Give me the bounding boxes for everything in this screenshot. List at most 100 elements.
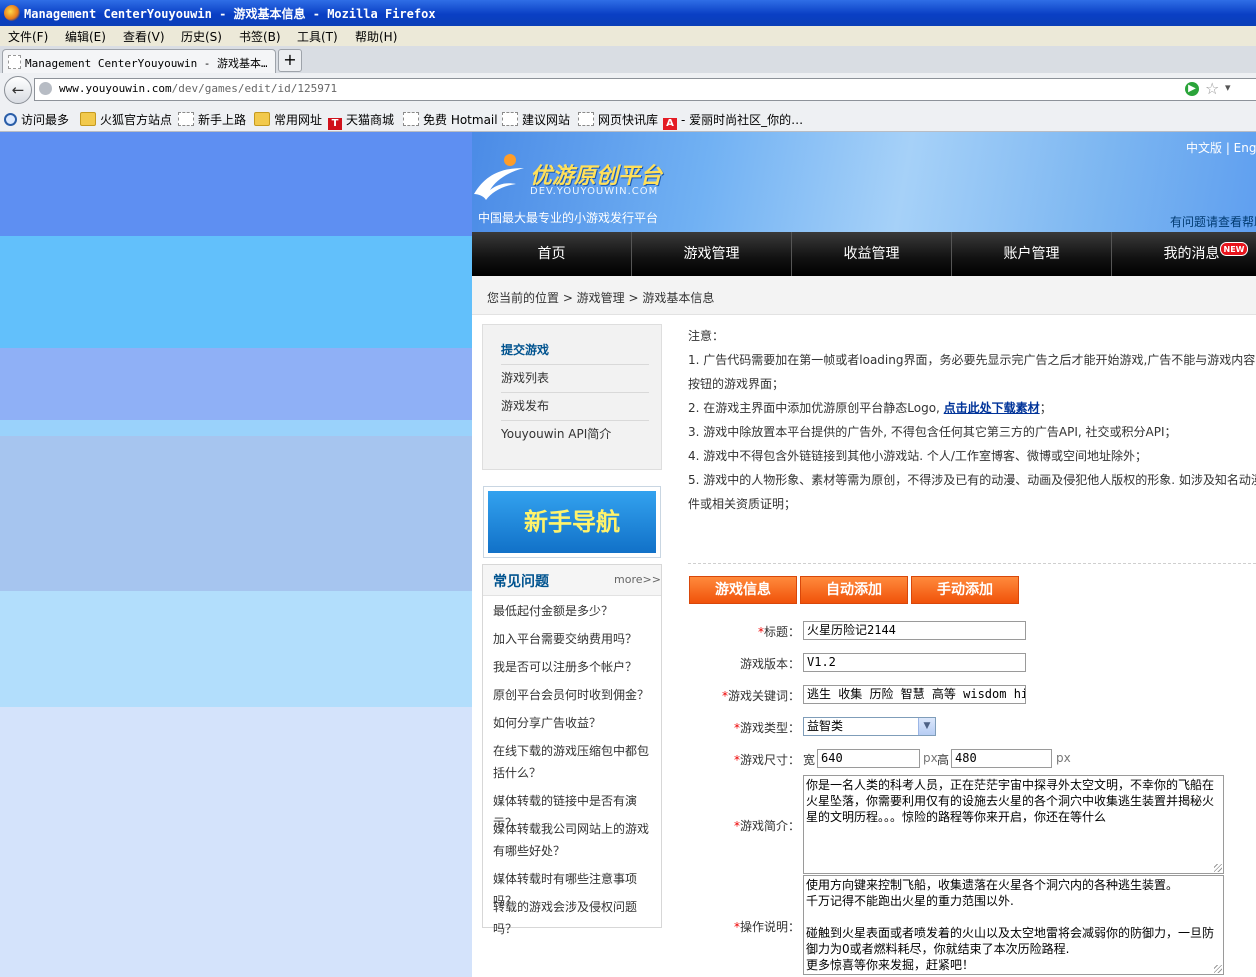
- sidebar-item-game-publish[interactable]: 游戏发布: [501, 393, 649, 421]
- type-select[interactable]: 益智类 ▼: [803, 717, 936, 736]
- nav-revenue-management[interactable]: 收益管理: [792, 232, 952, 276]
- chevron-down-icon[interactable]: ▾: [1225, 81, 1231, 94]
- bookmark-getting-started[interactable]: 新手上路: [178, 111, 246, 128]
- faq-item[interactable]: 在线下载的游戏压缩包中都包括什么？: [493, 740, 655, 784]
- tab-label: Management CenterYouyouwin - 游戏基本…: [25, 57, 267, 70]
- resize-grip-icon[interactable]: [1214, 965, 1222, 973]
- intro-textarea[interactable]: 你是一名人类的科考人员，正在茫茫宇宙中探寻外太空文明，不幸你的飞船在火星坠落，你…: [803, 775, 1224, 874]
- bookmark-most-visited[interactable]: 访问最多: [4, 111, 69, 128]
- new-badge-icon: NEW: [1220, 242, 1248, 256]
- faq-item[interactable]: 加入平台需要交纳费用吗？: [493, 628, 655, 650]
- sidebar-item-game-list[interactable]: 游戏列表: [501, 365, 649, 393]
- notice-line: 3. 游戏中除放置本平台提供的广告外, 不得包含任何其它第三方的广告API, 社…: [688, 425, 1177, 439]
- new-badge-text: NEW: [1224, 245, 1245, 254]
- go-icon[interactable]: ▶: [1185, 82, 1199, 96]
- firefox-logo-icon: [4, 5, 20, 21]
- menu-view[interactable]: 查看(V): [123, 28, 165, 45]
- page-icon: [8, 55, 21, 69]
- site-header: 优游原创平台 DEV.YOUYOUWIN.COM 中国最大最专业的小游戏发行平台…: [472, 132, 1256, 232]
- faq-panel: 常见问题 more>> 最低起付金额是多少？ 加入平台需要交纳费用吗？ 我是否可…: [482, 564, 662, 936]
- window-title: Management CenterYouyouwin - 游戏基本信息 - Mo…: [24, 7, 436, 21]
- operation-textarea[interactable]: 使用方向键来控制飞船，收集遗落在火星各个洞穴内的各种逃生装置。 千万记得不能跑出…: [803, 875, 1224, 975]
- size-label: *游戏尺寸：: [733, 753, 800, 767]
- beginner-guide-banner[interactable]: 新手导航: [483, 486, 661, 558]
- page-icon: [578, 112, 594, 126]
- width-unit: px: [923, 751, 938, 765]
- title-label: *标题：: [757, 625, 800, 639]
- back-button[interactable]: ←: [4, 76, 32, 104]
- resize-grip-icon[interactable]: [1214, 864, 1222, 872]
- notice-line: 按钮的游戏界面；: [688, 377, 785, 391]
- faq-item[interactable]: 原创平台会员何时收到佣金？: [493, 684, 655, 706]
- type-select-value: 益智类: [807, 719, 844, 733]
- sidebar-item-submit-game[interactable]: 提交游戏: [501, 337, 649, 365]
- tab-strip: Management CenterYouyouwin - 游戏基本… +: [0, 46, 1256, 74]
- menu-help[interactable]: 帮助(H): [355, 28, 397, 45]
- search-icon: [4, 113, 17, 126]
- background-band: [0, 132, 472, 236]
- bookmark-common-sites[interactable]: 常用网址: [254, 111, 322, 128]
- browser-tab[interactable]: Management CenterYouyouwin - 游戏基本…: [2, 49, 276, 73]
- faq-item[interactable]: 如何分享广告收益？: [493, 712, 655, 734]
- tab-auto-add[interactable]: 自动添加: [800, 576, 908, 604]
- version-input[interactable]: V1.2: [803, 653, 1026, 672]
- type-label: *游戏类型：: [733, 721, 800, 735]
- tab-manual-add[interactable]: 手动添加: [911, 576, 1019, 604]
- notice-line: 2. 在游戏主界面中添加优游原创平台静态Logo, 点击此处下载素材；: [688, 401, 1052, 415]
- keywords-input[interactable]: 逃生 收集 历险 智慧 高等 wisdom high: [803, 685, 1026, 704]
- nav-account-management[interactable]: 账户管理: [952, 232, 1112, 276]
- bookmark-suggested-sites[interactable]: 建议网站: [502, 111, 570, 128]
- version-label: 游戏版本：: [739, 657, 800, 671]
- site-identity-icon[interactable]: [39, 82, 52, 95]
- new-tab-button[interactable]: +: [278, 49, 302, 72]
- breadcrumb-text: 您当前的位置 > 游戏管理 > 游戏基本信息: [487, 291, 715, 305]
- faq-item[interactable]: 媒体转载我公司网站上的游戏有哪些好处？: [493, 818, 655, 862]
- sidebar-item-api-intro[interactable]: Youyouwin API简介: [501, 421, 649, 448]
- nav-home[interactable]: 首页: [472, 232, 632, 276]
- height-label: 高: [937, 753, 950, 767]
- menu-history[interactable]: 历史(S): [181, 28, 222, 45]
- language-switch[interactable]: 中文版 | English: [1186, 139, 1256, 156]
- beginner-guide-text: 新手导航: [488, 491, 656, 553]
- bookmark-hotmail[interactable]: 免费 Hotmail: [403, 111, 498, 128]
- keywords-label: *游戏关键词：: [721, 689, 800, 703]
- section-divider: [688, 563, 1256, 564]
- faq-title: 常见问题: [493, 574, 549, 590]
- help-link[interactable]: 有问题请查看帮助: [1170, 213, 1256, 230]
- page-viewport: 优游原创平台 DEV.YOUYOUWIN.COM 中国最大最专业的小游戏发行平台…: [0, 132, 1256, 977]
- background-band: [0, 420, 472, 436]
- bookmark-star-icon[interactable]: ☆: [1205, 79, 1219, 98]
- intro-label: *游戏简介：: [733, 819, 800, 833]
- tab-game-info[interactable]: 游戏信息: [689, 576, 797, 604]
- faq-more-link[interactable]: more>>: [614, 573, 661, 586]
- background-band: [0, 236, 472, 348]
- notice-heading: 注意：: [688, 329, 725, 343]
- menu-edit[interactable]: 编辑(E): [65, 28, 106, 45]
- bookmark-aili[interactable]: A- 爱丽时尚社区_你的…: [663, 111, 803, 130]
- download-assets-link[interactable]: 点击此处下载素材: [944, 401, 1040, 415]
- menu-bookmarks[interactable]: 书签(B): [239, 28, 281, 45]
- width-input[interactable]: 640: [817, 749, 920, 768]
- page-icon: [502, 112, 518, 126]
- url-bar[interactable]: www.youyouwin.com/dev/games/edit/id/1259…: [34, 78, 1256, 101]
- faq-item[interactable]: 最低起付金额是多少？: [493, 600, 655, 622]
- bookmark-tmall[interactable]: T 天猫商城: [328, 111, 394, 130]
- notice-line: 4. 游戏中不得包含外链链接到其他小游戏站. 个人/工作室博客、微博或空间地址除…: [688, 449, 1147, 463]
- faq-item[interactable]: 转载的游戏会涉及侵权问题吗？: [493, 896, 655, 940]
- height-input[interactable]: 480: [951, 749, 1052, 768]
- swallow-logo-icon[interactable]: [472, 154, 526, 202]
- menu-file[interactable]: 文件(F): [8, 28, 48, 45]
- notice-line: 1. 广告代码需要加在第一帧或者loading界面，务必要先显示完广告之后才能开…: [688, 353, 1256, 367]
- chevron-down-icon[interactable]: ▼: [918, 718, 935, 735]
- faq-item[interactable]: 我是否可以注册多个帐户？: [493, 656, 655, 678]
- nav-game-management[interactable]: 游戏管理: [632, 232, 792, 276]
- menu-bar: 文件(F) 编辑(E) 查看(V) 历史(S) 书签(B) 工具(T) 帮助(H…: [0, 26, 1256, 47]
- intro-text: 你是一名人类的科考人员，正在茫茫宇宙中探寻外太空文明，不幸你的飞船在火星坠落，你…: [806, 778, 1215, 824]
- bookmark-web-slices[interactable]: 网页快讯库: [578, 111, 658, 128]
- tmall-logo-icon: T: [328, 118, 342, 130]
- title-input[interactable]: 火星历险记2144: [803, 621, 1026, 640]
- menu-tools[interactable]: 工具(T): [297, 28, 338, 45]
- page-icon: [403, 112, 419, 126]
- background-band: [0, 591, 472, 707]
- bookmark-firefox-site[interactable]: 火狐官方站点: [80, 111, 172, 128]
